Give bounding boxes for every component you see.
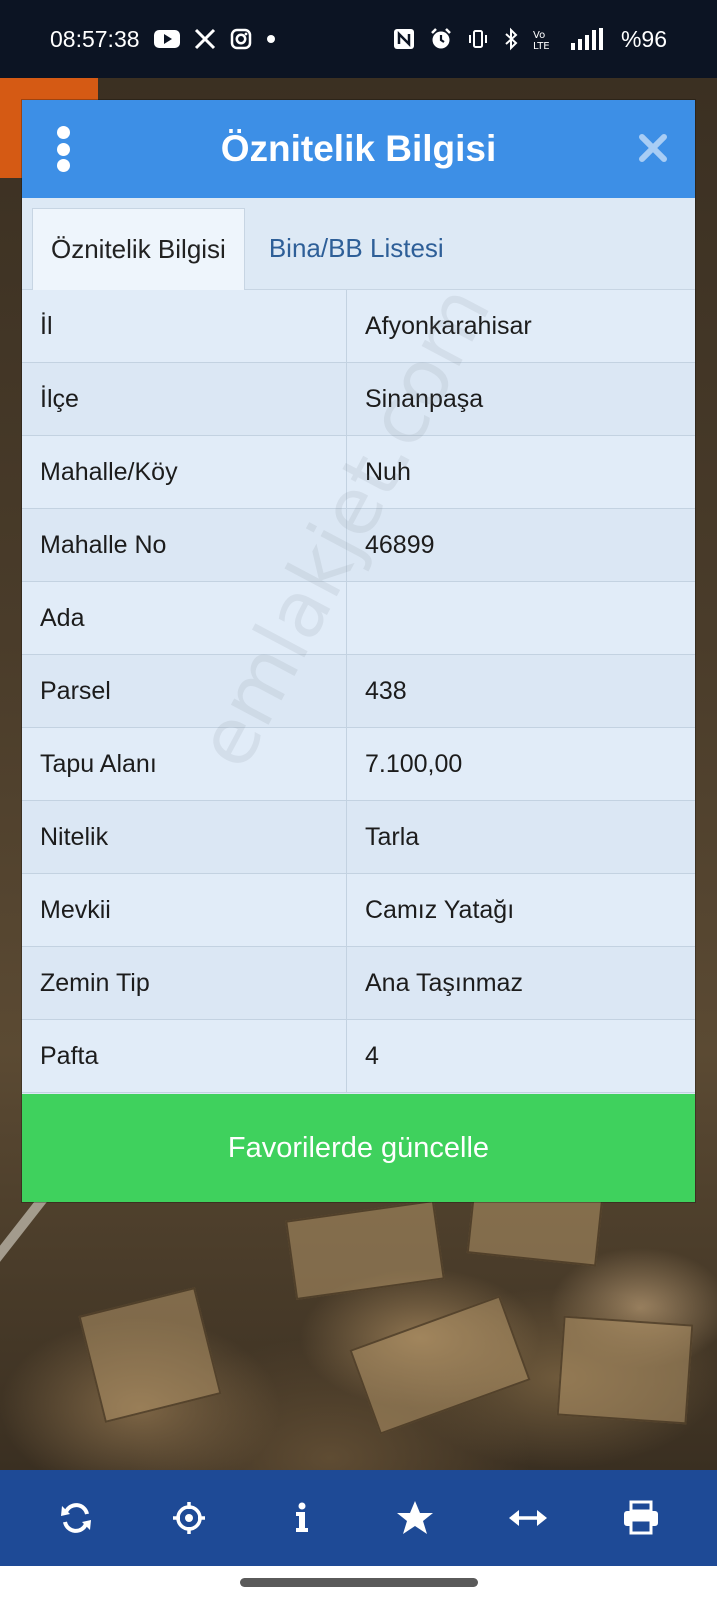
row-key: Mahalle/Köy [22, 436, 347, 508]
print-button[interactable] [611, 1488, 671, 1548]
table-row: Zemin Tip Ana Taşınmaz [22, 947, 695, 1020]
measure-button[interactable] [498, 1488, 558, 1548]
attribute-table: İl Afyonkarahisar İlçe Sinanpaşa Mahalle… [22, 290, 695, 1093]
row-value: Camız Yatağı [365, 895, 515, 924]
bluetooth-icon [505, 27, 518, 51]
table-row: Mahalle/Köy Nuh [22, 436, 695, 509]
row-value: Nuh [365, 457, 411, 486]
row-value: 438 [365, 676, 407, 705]
update-favorites-button[interactable]: Favorilerde güncelle [22, 1094, 695, 1202]
row-key: İlçe [22, 363, 347, 435]
row-key: Ada [22, 582, 347, 654]
measure-icon [508, 1510, 547, 1526]
info-button[interactable] [272, 1488, 332, 1548]
vibrate-icon [468, 30, 487, 48]
row-key: Parsel [22, 655, 347, 727]
star-icon [396, 1501, 433, 1534]
row-value: Sinanpaşa [365, 384, 484, 413]
row-key: Tapu Alanı [22, 728, 347, 800]
nfc-icon [393, 29, 414, 49]
row-key: Mevkii [22, 874, 347, 946]
row-value [347, 582, 695, 654]
refresh-icon [61, 1503, 92, 1533]
locate-button[interactable] [159, 1488, 219, 1548]
row-key: Mahalle No [22, 509, 347, 581]
tab-building-list[interactable]: Bina/BB Listesi [245, 207, 462, 289]
youtube-icon [153, 30, 180, 48]
volte-icon: Vo LTE [533, 30, 550, 51]
system-nav-bar [0, 1566, 717, 1600]
svg-text:Vo: Vo [533, 30, 545, 41]
table-row: Mahalle No 46899 [22, 509, 695, 582]
attribute-dialog: Öznitelik Bilgisi Öznitelik Bilgisi Bina… [22, 100, 695, 1202]
home-gesture-handle[interactable] [240, 1578, 478, 1587]
row-key: Nitelik [22, 801, 347, 873]
instagram-icon [230, 28, 251, 50]
bottom-toolbar [0, 1470, 717, 1566]
row-value: 46899 [365, 530, 435, 559]
row-key: Pafta [22, 1020, 347, 1092]
table-row: Ada [22, 582, 695, 655]
dialog-title: Öznitelik Bilgisi [220, 128, 497, 169]
table-row: İlçe Sinanpaşa [22, 363, 695, 436]
print-icon [623, 1500, 658, 1535]
close-icon[interactable] [635, 130, 671, 166]
refresh-button[interactable] [46, 1488, 106, 1548]
table-row: Parsel 438 [22, 655, 695, 728]
x-icon [194, 28, 215, 50]
table-row: İl Afyonkarahisar [22, 290, 695, 363]
tab-label: Bina/BB Listesi [268, 232, 444, 263]
status-time: 08:57:38 [50, 25, 140, 52]
battery-level: %96 [620, 25, 667, 52]
table-row: Tapu Alanı 7.100,00 [22, 728, 695, 801]
tab-label: Öznitelik Bilgisi [51, 234, 226, 264]
row-key: Zemin Tip [22, 947, 347, 1019]
row-value: Tarla [365, 822, 420, 851]
menu-icon[interactable] [48, 126, 78, 172]
alarm-icon [431, 28, 451, 49]
row-value: 7.100,00 [365, 749, 463, 778]
table-row: Mevkii Camız Yatağı [22, 874, 695, 947]
table-row: Nitelik Tarla [22, 801, 695, 874]
locate-icon [173, 1502, 206, 1534]
tab-attribute-info[interactable]: Öznitelik Bilgisi [32, 208, 245, 290]
favorites-button[interactable] [385, 1488, 445, 1548]
signal-icon [570, 28, 603, 50]
row-key: İl [22, 290, 347, 362]
map-field [556, 1315, 694, 1425]
tab-bar: Öznitelik Bilgisi Bina/BB Listesi [22, 198, 695, 290]
dialog-header: Öznitelik Bilgisi [22, 100, 695, 198]
row-value: Afyonkarahisar [365, 311, 532, 340]
status-bar: 08:57:38 Vo LTE %96 [0, 0, 717, 78]
svg-text:LTE: LTE [533, 41, 550, 51]
row-value: Ana Taşınmaz [365, 968, 523, 997]
dot-icon [266, 35, 275, 43]
row-value: 4 [365, 1041, 379, 1070]
info-icon [296, 1502, 309, 1532]
table-row: Pafta 4 [22, 1020, 695, 1093]
